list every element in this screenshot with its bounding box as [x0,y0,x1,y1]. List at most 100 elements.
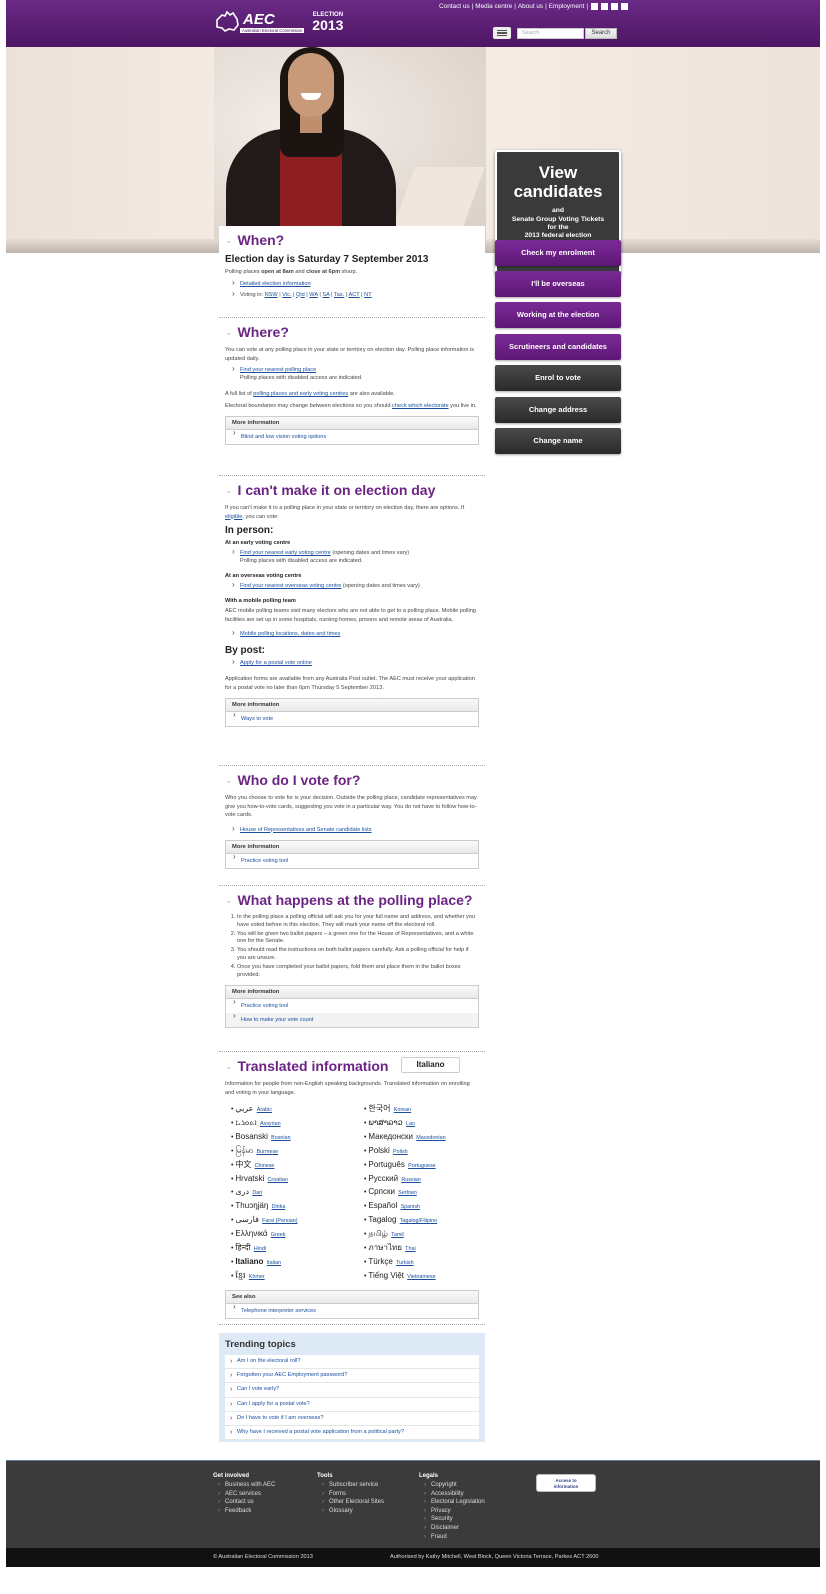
footer-link[interactable]: Glossary [317,1507,384,1516]
footer-link[interactable]: Business with AEC [213,1481,275,1490]
more-info-item[interactable]: Practice voting tool [226,853,478,868]
language-item[interactable]: हिन्दी Hindi [231,1242,364,1256]
scrutineers-button[interactable]: Scrutineers and candidates [495,334,621,360]
early-voting-link[interactable]: Find your nearest early voting centre [240,550,331,556]
rss-icon[interactable]: ) [621,3,628,10]
more-info-item[interactable]: Ways to vote [226,711,478,726]
language-item[interactable]: Македонски Macedonian [364,1131,484,1145]
language-item[interactable]: فارسی Farsi (Persian) [231,1214,364,1228]
top-link-employment[interactable]: Employment [549,3,585,10]
language-item[interactable]: မြန်မာ Burmese [231,1145,364,1159]
search-button[interactable]: Search [585,28,617,39]
nearest-polling-link[interactable]: Find your nearest polling place [240,367,316,373]
language-item[interactable]: Italiano Italian [231,1256,364,1270]
who-heading[interactable]: ⌄ Who do I vote for? [225,772,479,788]
language-item[interactable]: தமிழ் Tamil [364,1228,484,1242]
more-info-title: More information [226,986,478,1000]
footer-link[interactable]: Feedback [213,1507,275,1516]
facebook-icon[interactable]: f [601,3,608,10]
language-item[interactable]: Српски Serbian [364,1186,484,1200]
more-info-item[interactable]: How to make your vote count [226,1012,478,1028]
search-input[interactable]: Search [517,28,584,39]
language-item[interactable]: 中文 Chinese [231,1159,364,1173]
language-item[interactable]: Tagalog Tagalog/Filipino [364,1214,484,1228]
postal-vote-link[interactable]: Apply for a postal vote online [240,660,312,666]
detailed-election-link[interactable]: Detailed election information [240,281,311,287]
language-select[interactable]: Italiano [401,1057,460,1073]
language-item[interactable]: Polski Polish [364,1145,484,1159]
footer-link[interactable]: Security [419,1515,485,1524]
footer-link[interactable]: Subscriber service [317,1481,384,1490]
footer-link[interactable]: Privacy [419,1507,485,1516]
polling-step: You should read the instructions on both… [237,947,479,963]
trending-item[interactable]: Can I vote early? [225,1383,479,1398]
when-heading[interactable]: ⌄ When? [225,232,479,248]
footer-link[interactable]: Forms [317,1490,384,1499]
check-enrolment-button[interactable]: Check my enrolment [495,240,621,266]
check-electorate-link[interactable]: check which electorate [392,403,449,409]
change-name-button[interactable]: Change name [495,428,621,454]
enrol-button[interactable]: Enrol to vote [495,365,621,391]
polling-places-list-link[interactable]: polling places and early voting centres [253,391,348,397]
mobile-polling-link[interactable]: Mobile polling locations, dates and time… [240,631,340,637]
language-item[interactable]: Português Portuguese [364,1159,484,1173]
menu-button[interactable] [493,27,511,39]
footer-link[interactable]: AEC services [213,1490,275,1499]
eligible-link[interactable]: eligible [225,514,242,520]
language-item[interactable]: دری Dari [231,1186,364,1200]
language-item[interactable]: Thuɔŋjäŋ Dinka [231,1200,364,1214]
footer-link[interactable]: Disclaimer [419,1524,485,1533]
overseas-voting-link[interactable]: Find your nearest overseas voting centre [240,583,341,589]
language-item[interactable]: ខ្មែរ Khmer [231,1270,364,1284]
language-item[interactable]: ภาษาไทย Thai [364,1242,484,1256]
state-link-qld[interactable]: Qld [296,292,305,298]
footer-link[interactable]: Accessibility [419,1490,485,1499]
change-address-button[interactable]: Change address [495,397,621,423]
language-item[interactable]: Español Spanish [364,1200,484,1214]
aec-logo[interactable]: AEC Australian Electoral Commission ELEC… [214,10,343,34]
top-link-contact[interactable]: Contact us [439,3,470,10]
trending-item[interactable]: Can I apply for a postal vote? [225,1398,479,1412]
more-info-item[interactable]: Practice voting tool [226,998,478,1013]
state-link-sa[interactable]: SA [322,292,329,298]
language-item[interactable]: Ελληνικά Greek [231,1228,364,1242]
twitter-icon[interactable]: t [591,3,598,10]
footer-link[interactable]: Fraud [419,1533,485,1542]
language-item[interactable]: ܐܬܘܪܝܐ Assyrian [231,1117,364,1131]
language-item[interactable]: 한국어 Korean [364,1103,484,1117]
footer-link[interactable]: Contact us [213,1498,275,1507]
youtube-icon[interactable]: ▶ [611,3,618,10]
access-to-information-badge[interactable]: Access to information [536,1474,596,1492]
language-item[interactable]: Bosanski Bosnian [231,1131,364,1145]
language-item[interactable]: Hrvatski Croatian [231,1173,364,1187]
trending-item[interactable]: Am I on the electoral roll? [225,1355,479,1370]
state-link-vic[interactable]: Vic. [282,292,291,298]
language-item[interactable]: عربي Arabic [231,1103,364,1117]
footer-link[interactable]: Other Electoral Sites [317,1498,384,1507]
candidate-lists-link[interactable]: House of Representatives and Senate cand… [240,827,372,833]
language-item[interactable]: Türkçe Turkish [364,1256,484,1270]
footer-link[interactable]: Electoral Legislation [419,1498,485,1507]
more-info-item[interactable]: Blind and low vision voting options [226,429,478,444]
see-also-item[interactable]: Telephone interpreter services [226,1303,478,1318]
state-link-nt[interactable]: NT [364,292,371,298]
trending-item[interactable]: Forgotten your AEC Employment password? [225,1369,479,1384]
top-link-media[interactable]: Media centre [475,3,512,10]
polling-place-heading[interactable]: ⌄ What happens at the polling place? [225,892,479,908]
state-link-act[interactable]: ACT [349,292,360,298]
language-item[interactable]: ພາສາລາວ Lao [364,1117,484,1131]
state-link-wa[interactable]: WA [309,292,318,298]
state-link-nsw[interactable]: NSW [265,292,278,298]
trending-item[interactable]: Do I have to vote if I am overseas? [225,1412,479,1427]
top-link-about[interactable]: About us [518,3,543,10]
working-election-button[interactable]: Working at the election [495,302,621,328]
trending-item[interactable]: Why have I received a postal vote applic… [225,1426,479,1441]
state-link-tas[interactable]: Tas. [334,292,344,298]
cant-make-it-heading[interactable]: ⌄ I can't make it on election day [225,482,479,498]
translated-intro-text: Information for people from non-English … [225,1081,470,1096]
where-heading[interactable]: ⌄ Where? [225,324,479,340]
language-item[interactable]: Русский Russian [364,1173,484,1187]
language-item[interactable]: Tiếng Việt Vietnamese [364,1270,484,1284]
overseas-button[interactable]: I'll be overseas [495,271,621,297]
footer-link[interactable]: Copyright [419,1481,485,1490]
